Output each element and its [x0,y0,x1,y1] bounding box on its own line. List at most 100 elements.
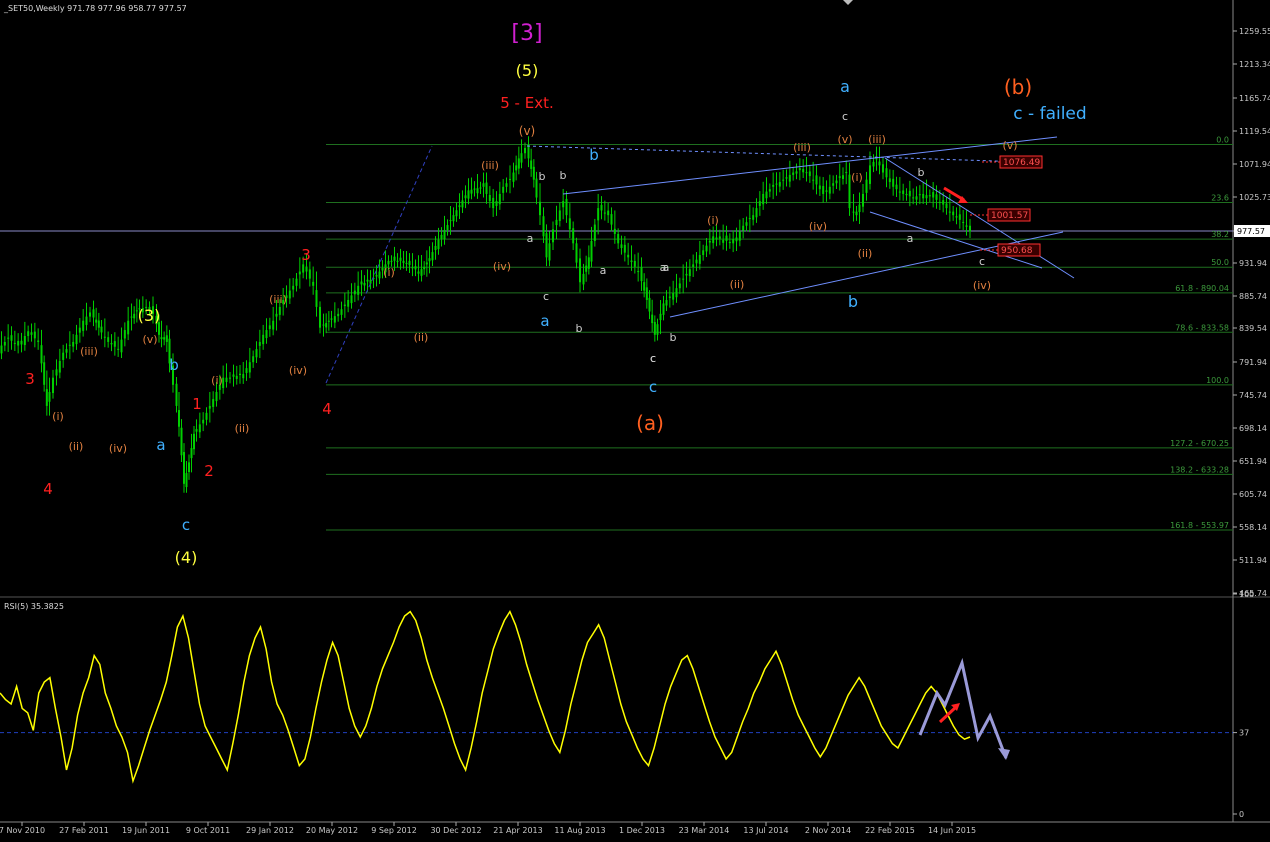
candle-body [818,185,821,190]
candle-body [738,231,741,241]
candle-body [117,348,120,350]
candle-body [524,148,526,154]
fib-level-label: 23.6 [1211,193,1229,202]
candle-body [808,171,811,177]
candle-body [942,200,945,205]
candle-body [745,222,748,226]
candle-body [878,161,881,166]
wave-label: b [918,166,925,179]
candle-body [695,259,698,264]
wave-label: (ii) [858,247,873,260]
candle-body [408,260,411,266]
candle-body [133,313,136,319]
candle-body [55,369,58,376]
candle-body [212,398,215,407]
candle-body [458,205,461,208]
candle-body [542,216,545,237]
wave-label: (v) [142,333,157,346]
candle-body [449,220,452,222]
wave-label: (b) [1004,75,1032,99]
wave-label: (iii) [80,345,98,358]
candle-body [532,166,535,180]
candle-body [262,334,265,345]
candle-body [417,271,420,274]
candle-body [659,313,662,321]
candle-body [945,203,948,209]
wave-label: [3] [511,21,542,46]
wave-label: (i) [707,214,719,227]
candle-body [705,245,708,252]
candle-body [387,260,390,265]
candle-body [37,340,40,342]
candle-body [512,172,515,182]
wave-label: (ii) [414,331,429,344]
candle-body [648,297,651,312]
candle-body [875,158,878,160]
time-tick-label: 21 Apr 2013 [493,826,542,835]
candle-body [414,266,417,270]
wave-label: a [840,77,850,96]
candle-body [343,304,346,307]
candle-body [828,186,831,194]
wave-label: b [560,169,567,182]
candle-body [92,309,95,318]
candle-body [183,452,185,484]
price-tick-label: 1213.34 [1239,60,1270,69]
price-tick-label: 791.94 [1239,358,1267,367]
candle-body [965,225,968,227]
price-tick-label: 1165.74 [1239,94,1270,103]
candle-body [835,180,838,184]
candle-body [43,362,46,385]
candle-body [202,419,205,424]
candle-body [932,192,935,198]
price-tick-label: 651.94 [1239,457,1267,466]
candle-body [597,208,600,221]
candle-body [265,330,268,339]
candle-body [333,316,336,323]
candle-body [82,320,85,331]
candle-body [45,389,48,406]
candle-body [630,260,633,263]
candle-body [627,254,630,258]
candle-body [815,175,818,185]
candle-body [587,257,590,269]
candle-body [123,330,126,339]
candle-body [675,288,678,298]
candle-body [295,278,298,286]
candle-body [928,195,931,197]
candle-body [272,320,275,330]
candle-body [869,165,871,184]
candle-body [363,282,366,286]
candle-body [768,189,771,192]
price-tick-label: 1071.94 [1239,160,1270,169]
candle-body [722,239,725,243]
candle-body [527,144,530,159]
wave-label: 3 [25,370,35,388]
candle-body [715,237,718,240]
candle-body [845,171,848,173]
candle-body [375,275,378,277]
candle-body [925,195,928,199]
candle-body [665,299,668,306]
chart-canvas: 1259.55 1213.34 1165.74 1119.54 1071.94 1025.… [0,0,1270,842]
candle-body [895,184,898,190]
candle-body [812,179,815,181]
chart-background [0,0,1270,842]
candle-body [610,214,613,225]
time-tick-label: 11 Aug 2013 [554,826,605,835]
wave-label: (5) [516,61,539,80]
candle-body [62,352,65,360]
candle-body [402,260,405,263]
candle-body [0,345,3,354]
candle-body [423,266,426,270]
candle-body [620,244,623,248]
wave-label: c - failed [1013,104,1086,124]
candle-body [653,322,656,335]
candle-body [688,269,691,277]
candle-body [405,262,408,264]
candle-body [188,462,190,473]
candle-body [785,177,788,179]
candle-body [865,179,868,193]
time-tick-label: 9 Sep 2012 [371,826,417,835]
candle-body [242,374,245,379]
